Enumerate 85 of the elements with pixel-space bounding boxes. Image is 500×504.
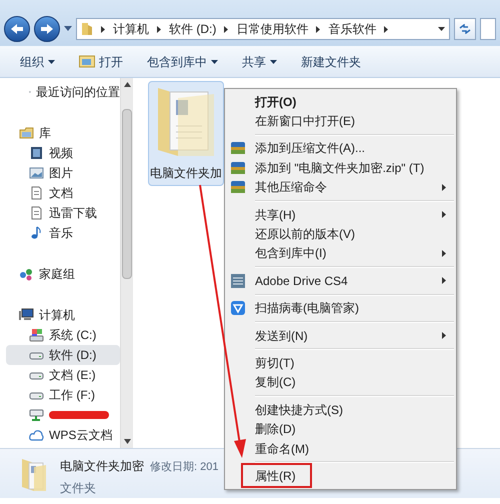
refresh-icon bbox=[459, 24, 471, 34]
network-drive-icon bbox=[29, 408, 44, 422]
toolbar-button[interactable]: 共享 bbox=[242, 52, 277, 70]
nav-item[interactable]: 文档 bbox=[6, 183, 120, 203]
chevron-icon bbox=[224, 26, 228, 32]
caret-icon bbox=[48, 60, 55, 64]
file-type: 文件夹 bbox=[60, 480, 97, 496]
caret-icon bbox=[211, 60, 218, 64]
menu-item[interactable]: 创建快捷方式(S) bbox=[225, 400, 456, 420]
nav-item[interactable]: WPS云文档 bbox=[6, 425, 120, 445]
menu-item[interactable]: 共享(H) bbox=[225, 204, 456, 224]
menu-item[interactable]: 重命名(M) bbox=[225, 438, 456, 458]
breadcrumb-item[interactable]: 软件 (D:) bbox=[169, 20, 216, 38]
back-button[interactable] bbox=[4, 16, 30, 42]
menu-item[interactable]: 包含到库中(I) bbox=[225, 244, 456, 264]
nav-item[interactable]: 文档 (E:) bbox=[6, 365, 120, 385]
shield-icon bbox=[230, 300, 246, 316]
down-arrow-icon[interactable] bbox=[124, 439, 130, 444]
nav-item[interactable]: 最近访问的位置 bbox=[6, 82, 120, 102]
nav-item[interactable]: 库 bbox=[6, 123, 120, 143]
nav-item[interactable]: 家庭组 bbox=[6, 264, 120, 284]
document-icon bbox=[29, 186, 44, 200]
menu-item[interactable]: 扫描病毒(电脑管家) bbox=[225, 298, 456, 318]
nav-item[interactable]: 系统 (C:) bbox=[6, 325, 120, 345]
search-field[interactable] bbox=[480, 18, 496, 40]
caret-icon bbox=[270, 60, 277, 64]
film-icon bbox=[29, 146, 44, 160]
menu-item[interactable]: 在新窗口中打开(E) bbox=[225, 111, 456, 131]
nav-item[interactable]: 音乐 bbox=[6, 223, 120, 243]
menu-item[interactable]: 剪切(T) bbox=[225, 353, 456, 373]
menu-item[interactable]: Adobe Drive CS4 bbox=[225, 271, 456, 291]
folder-icon bbox=[20, 457, 48, 493]
list-icon bbox=[230, 272, 246, 289]
homegroup-icon bbox=[19, 267, 34, 281]
menu-item[interactable]: 其他压缩命令 bbox=[225, 178, 456, 197]
nav-item[interactable]: 视频 bbox=[6, 143, 120, 163]
scroll-thumb[interactable] bbox=[122, 109, 132, 279]
right-arrow-icon bbox=[40, 23, 54, 35]
system-drive-icon bbox=[29, 328, 44, 342]
computer-icon bbox=[19, 308, 34, 322]
redaction-mark bbox=[49, 411, 109, 419]
forward-button[interactable] bbox=[34, 16, 60, 42]
nav-item[interactable]: 工作 (F:) bbox=[6, 385, 120, 405]
folder-icon bbox=[79, 55, 95, 68]
menu-item[interactable]: 复制(C) bbox=[225, 372, 456, 392]
cloud-icon bbox=[29, 428, 44, 442]
toolbar-button[interactable]: 组织 bbox=[20, 52, 55, 70]
chevron-icon bbox=[384, 26, 388, 32]
menu-item[interactable]: 属性(R) bbox=[225, 466, 456, 486]
archive-icon bbox=[230, 160, 246, 176]
toolbar-button[interactable]: 包含到库中 bbox=[147, 52, 218, 70]
nav-item[interactable]: 计算机 bbox=[6, 305, 120, 325]
chevron-icon bbox=[101, 26, 105, 32]
library-icon bbox=[19, 126, 34, 140]
modified-date: 修改日期: 201 bbox=[150, 460, 218, 475]
nav-item[interactable]: 迅雷下载 bbox=[6, 203, 120, 223]
scrollbar[interactable] bbox=[120, 78, 133, 448]
up-arrow-icon[interactable] bbox=[124, 82, 130, 87]
breadcrumb-item[interactable]: 音乐软件 bbox=[328, 20, 376, 38]
archive-icon bbox=[230, 179, 246, 196]
chevron-icon bbox=[316, 26, 320, 32]
left-arrow-icon bbox=[10, 23, 24, 35]
menu-item[interactable]: 还原以前的版本(V) bbox=[225, 224, 456, 244]
breadcrumb-item[interactable]: 日常使用软件 bbox=[236, 20, 308, 38]
refresh-button[interactable] bbox=[454, 18, 476, 40]
breadcrumb-item[interactable]: 计算机 bbox=[113, 20, 149, 38]
file-name: 电脑文件夹加 bbox=[150, 165, 222, 182]
toolbar-button[interactable]: 新建文件夹 bbox=[301, 52, 361, 70]
nav-item[interactable]: 软件 (D:) bbox=[6, 345, 120, 365]
file-name: 电脑文件夹加密 bbox=[60, 458, 144, 475]
caret-icon[interactable] bbox=[438, 26, 445, 32]
nav-item[interactable]: 图片 bbox=[6, 163, 120, 183]
menu-item[interactable]: 打开(O) bbox=[225, 92, 456, 112]
folder-item[interactable]: 电脑文件夹加 bbox=[148, 81, 224, 186]
picture-icon bbox=[29, 166, 44, 180]
address-bar[interactable]: 计算机 软件 (D:) 日常使用软件 音乐软件 bbox=[76, 18, 450, 40]
document-icon bbox=[29, 206, 44, 220]
chevron-icon bbox=[157, 26, 161, 32]
menu-item[interactable]: 删除(D) bbox=[225, 419, 456, 439]
archive-icon bbox=[230, 140, 246, 156]
menu-item[interactable]: 添加到 "电脑文件夹加密.zip" (T) bbox=[225, 158, 456, 178]
menu-item[interactable]: 发送到(N) bbox=[225, 326, 456, 346]
toolbar-button[interactable]: 打开 bbox=[79, 52, 123, 70]
folder-icon bbox=[81, 22, 93, 36]
menu-item[interactable]: 添加到压缩文件(A)... bbox=[225, 138, 456, 158]
